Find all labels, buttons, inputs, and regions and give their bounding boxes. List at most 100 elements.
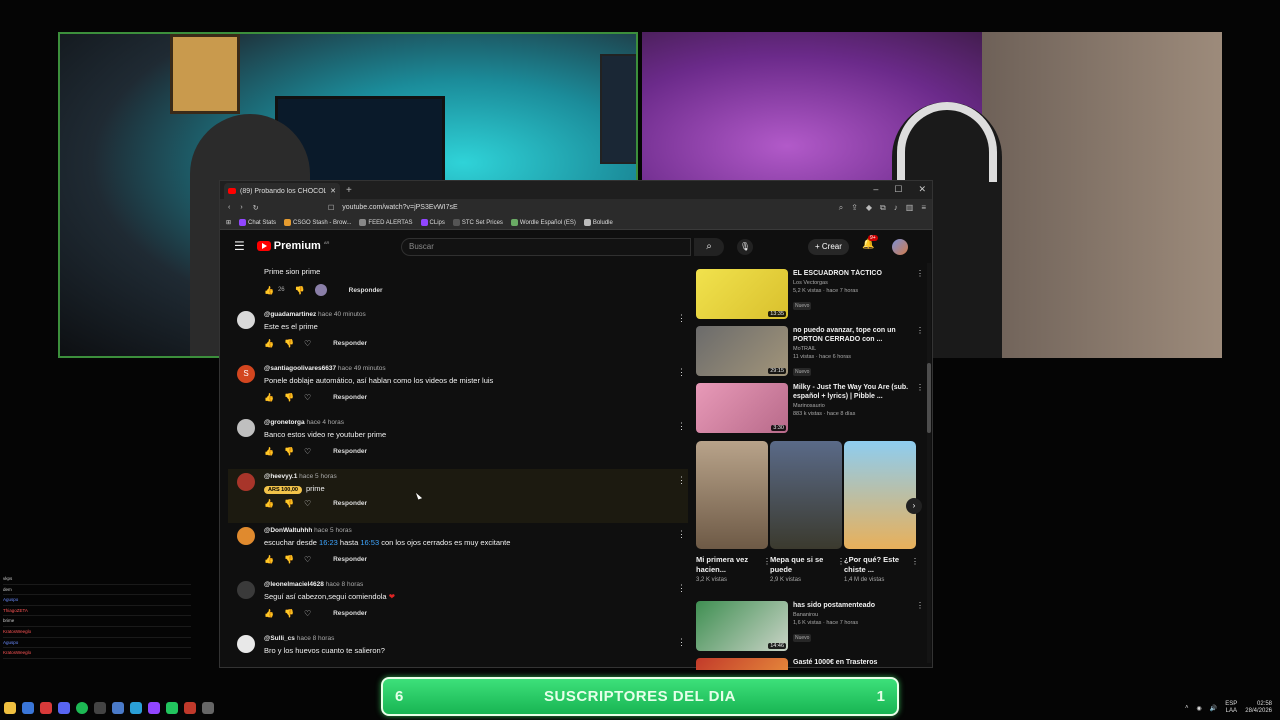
app-icon[interactable] [184, 702, 196, 714]
channel-name[interactable]: Los Vectorgas [793, 280, 911, 286]
bookmark-clips[interactable]: CLips [420, 219, 445, 226]
reply-button[interactable]: Responder [333, 556, 367, 563]
close-window-button[interactable]: ✕ [918, 184, 926, 195]
avatar[interactable] [237, 311, 255, 329]
comment-author[interactable]: @gronetorga [264, 419, 305, 426]
comment-author[interactable]: @leonelmaciel4628 [264, 581, 324, 588]
timestamp-link[interactable]: 16:23 [319, 538, 338, 547]
comment-time[interactable]: hace 40 minutos [318, 311, 366, 318]
app-icon[interactable] [112, 702, 124, 714]
video-thumbnail[interactable]: 29:15 [696, 326, 788, 376]
video-title[interactable]: Milky - Just The Way You Are (sub. españ… [793, 383, 911, 401]
search-icon[interactable]: ⌕ [694, 238, 724, 256]
comment-author[interactable]: @santiagoolivares6637 [264, 365, 336, 372]
dislike-icon[interactable]: 👎 [284, 609, 294, 618]
video-item[interactable]: 29:15 no puedo avanzar, tope con un PORT… [696, 324, 926, 381]
avatar[interactable] [237, 473, 255, 491]
more-options-icon[interactable]: ⋮ [677, 313, 686, 324]
video-thumbnail[interactable] [696, 658, 788, 670]
video-thumbnail[interactable]: 13:35 [696, 269, 788, 319]
app-icon[interactable] [94, 702, 106, 714]
microphone-icon[interactable]: 🎙 [737, 239, 753, 255]
short-title[interactable]: Mepa que si se puede [770, 555, 842, 575]
video-item[interactable]: 3:30 Milky - Just The Way You Are (sub. … [696, 381, 926, 438]
more-options-icon[interactable]: ⋮ [916, 269, 924, 278]
app-icon[interactable] [130, 702, 142, 714]
comment-author[interactable]: @Sulli_cs [264, 635, 295, 642]
tab-youtube[interactable]: (89) Probando los CHOCOLATE ✕ [224, 183, 340, 199]
reply-button[interactable]: Responder [333, 394, 367, 401]
reload-icon[interactable]: ↻ [253, 204, 259, 212]
heart-icon[interactable]: ♡ [304, 447, 311, 456]
video-item[interactable]: Gasté 1000€ en Trasteros [696, 656, 926, 670]
forward-icon[interactable]: › [240, 204, 242, 212]
comment-author[interactable]: @guadamartinez [264, 311, 316, 318]
comment-author[interactable]: @DonWaltuhhh [264, 527, 312, 534]
short-thumbnail[interactable] [844, 441, 916, 549]
like-icon[interactable]: 👍 [264, 286, 274, 295]
account-avatar[interactable] [892, 239, 908, 255]
avatar[interactable] [237, 635, 255, 653]
app-icon[interactable] [4, 702, 16, 714]
like-icon[interactable]: 👍 [264, 499, 274, 508]
clock[interactable]: 02:58 28/4/2026 [1245, 701, 1272, 715]
youtube-logo[interactable]: Premium AR [256, 240, 329, 252]
avatar[interactable] [237, 581, 255, 599]
short-item[interactable]: Mepa que si se puede 2,9 K vistas ⋮ [770, 441, 845, 583]
shield-icon[interactable]: ◆ [866, 203, 872, 213]
search-input[interactable]: Buscar [401, 238, 691, 256]
timestamp-link[interactable]: 16:53 [360, 538, 379, 547]
bookmark-chat-stats[interactable]: Chat Stats [239, 219, 276, 226]
avatar[interactable] [237, 419, 255, 437]
like-icon[interactable]: 👍 [264, 393, 274, 402]
bookmark-boludle[interactable]: Boludle [583, 219, 613, 226]
video-title[interactable]: no puedo avanzar, tope con un PORTON CER… [793, 326, 911, 344]
heart-icon[interactable]: ♡ [304, 499, 311, 508]
like-icon[interactable]: 👍 [264, 447, 274, 456]
more-options-icon[interactable]: ⋮ [916, 601, 924, 610]
bookmark-csgo-stash[interactable]: CSGO Stash - Brow... [284, 219, 351, 226]
more-options-icon[interactable]: ⋮ [916, 383, 924, 392]
back-icon[interactable]: ‹ [228, 204, 230, 212]
avatar[interactable]: S [237, 365, 255, 383]
video-item[interactable]: 14:46 has sido postamenteado Bananirou 1… [696, 599, 926, 656]
comment-time[interactable]: hace 5 horas [314, 527, 352, 534]
short-thumbnail[interactable] [770, 441, 842, 549]
more-options-icon[interactable]: ⋮ [677, 475, 686, 486]
reply-button[interactable]: Responder [349, 287, 383, 294]
dislike-icon[interactable]: 👎 [284, 555, 294, 564]
dislike-icon[interactable]: 👎 [284, 499, 294, 508]
like-icon[interactable]: 👍 [264, 609, 274, 618]
more-options-icon[interactable]: ⋮ [677, 529, 686, 540]
bookmark-stc[interactable]: STC Set Prices [452, 219, 503, 226]
video-thumbnail[interactable]: 14:46 [696, 601, 788, 651]
comment-time[interactable]: hace 4 horas [306, 419, 344, 426]
channel-name[interactable]: Marinosaurio [793, 403, 911, 409]
dislike-icon[interactable]: 👎 [284, 447, 294, 456]
language-indicator[interactable]: ESP LAA [1225, 701, 1237, 715]
bookmark-feed-alertas[interactable]: FEED ALERTAS [359, 219, 413, 226]
network-icon[interactable]: ◉ [1197, 705, 1202, 712]
spotify-icon[interactable] [76, 702, 88, 714]
channel-name[interactable]: Bananirou [793, 612, 911, 618]
avatar[interactable] [237, 527, 255, 545]
scrollbar-thumb[interactable] [927, 363, 931, 433]
more-options-icon[interactable]: ⋮ [916, 326, 924, 335]
like-icon[interactable]: 👍 [264, 339, 274, 348]
short-item[interactable]: Mi primera vez hacien... 3,2 K vistas ⋮ [696, 441, 771, 583]
reply-button[interactable]: Responder [333, 340, 367, 347]
sidebar-icon[interactable]: ▥ [906, 203, 914, 213]
create-button[interactable]: + Crear [808, 239, 849, 255]
short-title[interactable]: Mi primera vez hacien... [696, 555, 768, 575]
menu-icon[interactable]: ≡ [921, 203, 926, 213]
more-options-icon[interactable]: ⋮ [911, 557, 919, 566]
more-options-icon[interactable]: ⋮ [677, 421, 686, 432]
comment-time[interactable]: hace 49 minutos [338, 365, 386, 372]
zoom-icon[interactable]: ⌕ [839, 203, 843, 213]
more-options-icon[interactable]: ⋮ [677, 583, 686, 594]
short-item[interactable]: ¿Por qué? Este chiste ... 1,4 M de vista… [844, 441, 919, 583]
page-scrollbar[interactable] [927, 263, 931, 663]
comment-author[interactable]: @heevyy.1 [264, 473, 297, 480]
bookmark-wordle[interactable]: Wordle Español (ES) [510, 219, 576, 226]
reply-button[interactable]: Responder [333, 500, 367, 507]
